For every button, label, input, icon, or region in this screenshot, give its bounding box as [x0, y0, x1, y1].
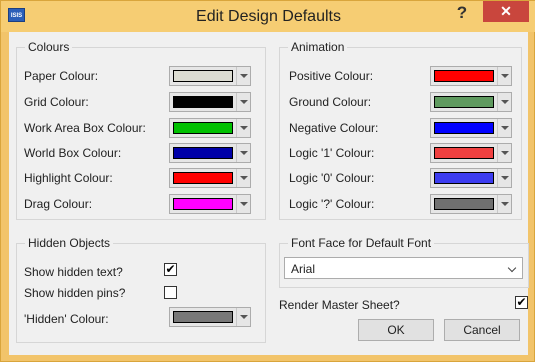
- help-button[interactable]: ?: [451, 2, 473, 24]
- chevron-down-icon: [497, 169, 511, 187]
- work-area-box-colour-swatch: [173, 122, 233, 134]
- negative-colour-swatch: [434, 122, 494, 134]
- logic-1-colour-swatch: [434, 147, 494, 159]
- hidden-colour-label: 'Hidden' Colour:: [24, 312, 109, 326]
- render-master-sheet-label: Render Master Sheet?: [279, 298, 400, 312]
- ground-colour-swatch: [434, 96, 494, 108]
- chevron-down-icon: [236, 144, 250, 162]
- chevron-down-icon: [497, 93, 511, 111]
- logic-unknown-colour-label: Logic '?' Colour:: [289, 197, 375, 211]
- negative-colour-label: Negative Colour:: [289, 121, 379, 135]
- chevron-down-icon: [507, 263, 517, 273]
- ok-button[interactable]: OK: [358, 319, 434, 341]
- font-face-group-title: Font Face for Default Font: [288, 236, 435, 250]
- show-hidden-text-checkbox[interactable]: ✔: [164, 263, 177, 276]
- chevron-down-icon: [497, 119, 511, 137]
- drag-colour-picker[interactable]: [169, 194, 251, 214]
- font-face-value: Arial: [291, 262, 316, 276]
- chevron-down-icon: [236, 169, 250, 187]
- positive-colour-label: Positive Colour:: [289, 69, 374, 83]
- chevron-down-icon: [236, 195, 250, 213]
- grid-colour-swatch: [173, 96, 233, 108]
- positive-colour-swatch: [434, 70, 494, 82]
- chevron-down-icon: [497, 195, 511, 213]
- chevron-down-icon: [497, 67, 511, 85]
- logic-1-colour-picker[interactable]: [430, 143, 512, 163]
- colours-group-title: Colours: [25, 40, 73, 54]
- show-hidden-pins-checkbox[interactable]: [164, 286, 177, 299]
- render-master-sheet-checkbox[interactable]: ✔: [515, 296, 528, 309]
- logic-unknown-colour-picker[interactable]: [430, 194, 512, 214]
- world-box-colour-picker[interactable]: [169, 143, 251, 163]
- positive-colour-picker[interactable]: [430, 66, 512, 86]
- grid-colour-label: Grid Colour:: [24, 95, 89, 109]
- hidden-objects-group-title: Hidden Objects: [25, 236, 114, 250]
- highlight-colour-label: Highlight Colour:: [24, 171, 113, 185]
- logic-0-colour-swatch: [434, 172, 494, 184]
- drag-colour-swatch: [173, 198, 233, 210]
- logic-unknown-colour-swatch: [434, 198, 494, 210]
- cancel-button[interactable]: Cancel: [444, 319, 520, 341]
- hidden-colour-picker[interactable]: [169, 307, 251, 327]
- dialog-window: ISIS Edit Design Defaults ? ✕ Colours Pa…: [0, 0, 535, 362]
- chevron-down-icon: [497, 144, 511, 162]
- chevron-down-icon: [236, 67, 250, 85]
- font-face-select[interactable]: Arial: [284, 257, 523, 279]
- highlight-colour-swatch: [173, 172, 233, 184]
- negative-colour-picker[interactable]: [430, 118, 512, 138]
- logic-0-colour-picker[interactable]: [430, 168, 512, 188]
- show-hidden-text-label: Show hidden text?: [24, 265, 123, 279]
- hidden-colour-swatch: [173, 311, 233, 323]
- work-area-box-colour-label: Work Area Box Colour:: [24, 121, 146, 135]
- highlight-colour-picker[interactable]: [169, 168, 251, 188]
- work-area-box-colour-picker[interactable]: [169, 118, 251, 138]
- grid-colour-picker[interactable]: [169, 92, 251, 112]
- dialog-body: Colours Paper Colour: Grid Colour: Work …: [9, 32, 529, 355]
- paper-colour-swatch: [173, 70, 233, 82]
- ground-colour-label: Ground Colour:: [289, 95, 372, 109]
- world-box-colour-swatch: [173, 147, 233, 159]
- logic-0-colour-label: Logic '0' Colour:: [289, 171, 375, 185]
- chevron-down-icon: [236, 308, 250, 326]
- title-bar[interactable]: ISIS Edit Design Defaults ? ✕: [1, 1, 535, 32]
- paper-colour-picker[interactable]: [169, 66, 251, 86]
- close-button[interactable]: ✕: [483, 1, 529, 22]
- logic-1-colour-label: Logic '1' Colour:: [289, 146, 375, 160]
- ground-colour-picker[interactable]: [430, 92, 512, 112]
- paper-colour-label: Paper Colour:: [24, 69, 99, 83]
- show-hidden-pins-label: Show hidden pins?: [24, 286, 126, 300]
- world-box-colour-label: World Box Colour:: [24, 146, 122, 160]
- chevron-down-icon: [236, 93, 250, 111]
- animation-group-title: Animation: [288, 40, 348, 54]
- chevron-down-icon: [236, 119, 250, 137]
- drag-colour-label: Drag Colour:: [24, 197, 93, 211]
